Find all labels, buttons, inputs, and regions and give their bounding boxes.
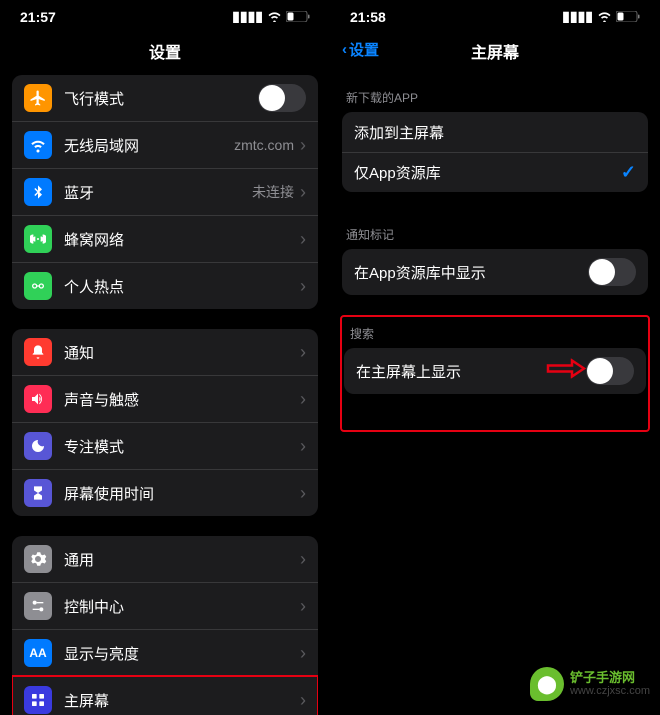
gear-icon <box>24 545 52 573</box>
chevron-right-icon: › <box>300 135 306 156</box>
chevron-right-icon: › <box>300 596 306 617</box>
chevron-right-icon: › <box>300 342 306 363</box>
watermark-logo: ⬤ <box>530 667 564 701</box>
watermark: ⬤ 铲子手游网 www.czjxsc.com <box>530 667 650 701</box>
toggle-airplane[interactable] <box>258 84 306 112</box>
row-label: 在App资源库中显示 <box>354 262 588 283</box>
battery-icon <box>616 9 640 25</box>
hotspot-icon <box>24 272 52 300</box>
row-label: 专注模式 <box>64 436 300 457</box>
section-header: 新下载的APP <box>330 75 660 112</box>
bell-icon <box>24 338 52 366</box>
switches-icon <box>24 592 52 620</box>
settings-row[interactable]: 个人热点› <box>12 262 318 309</box>
settings-row[interactable]: 飞行模式 <box>12 75 318 121</box>
row-label: 仅App资源库 <box>354 162 621 183</box>
speaker-icon <box>24 385 52 413</box>
settings-group: 飞行模式无线局域网zmtc.com›蓝牙未连接›蜂窝网络›个人热点› <box>12 75 318 309</box>
toggle-show-in-app-library[interactable] <box>588 258 636 286</box>
settings-row[interactable]: 蓝牙未连接 › <box>12 168 318 215</box>
settings-row[interactable]: 通用› <box>12 536 318 582</box>
page-title: ‹ 设置 主屏幕 <box>330 29 660 75</box>
settings-row[interactable]: 屏幕使用时间› <box>12 469 318 516</box>
wifi-icon <box>267 9 282 25</box>
airplane-icon <box>24 84 52 112</box>
row-add-to-home[interactable]: 添加到主屏幕 <box>342 112 648 152</box>
watermark-url: www.czjxsc.com <box>570 685 650 698</box>
AA-icon: AA <box>24 639 52 667</box>
settings-group: 通知›声音与触感›专注模式›屏幕使用时间› <box>12 329 318 516</box>
settings-group-badges: 在App资源库中显示 <box>342 249 648 295</box>
moon-icon <box>24 432 52 460</box>
red-arrow-icon <box>546 359 586 384</box>
row-label: 添加到主屏幕 <box>354 122 636 143</box>
watermark-name: 铲子手游网 <box>570 670 650 686</box>
settings-group-new-apps: 添加到主屏幕 仅App资源库 ✓ <box>342 112 648 192</box>
chevron-right-icon: › <box>300 229 306 250</box>
back-button[interactable]: ‹ 设置 <box>342 39 379 60</box>
battery-icon <box>286 9 310 25</box>
signal-icon: ▮▮▮▮ <box>232 8 263 25</box>
toggle-show-on-home[interactable] <box>586 357 634 385</box>
wifi-icon <box>597 9 612 25</box>
signal-icon: ▮▮▮▮ <box>562 8 593 25</box>
settings-group-search: 在主屏幕上显示 <box>344 348 646 394</box>
row-show-in-app-library: 在App资源库中显示 <box>342 249 648 295</box>
status-icons: ▮▮▮▮ <box>562 8 640 25</box>
settings-row[interactable]: 蜂窝网络› <box>12 215 318 262</box>
status-icons: ▮▮▮▮ <box>232 8 310 25</box>
wifi-icon <box>24 131 52 159</box>
settings-row[interactable]: 通知› <box>12 329 318 375</box>
chevron-right-icon: › <box>300 483 306 504</box>
highlighted-section: 搜索 在主屏幕上显示 <box>340 315 650 432</box>
row-label: 控制中心 <box>64 596 300 617</box>
hourglass-icon <box>24 479 52 507</box>
status-bar: 21:58 ▮▮▮▮ <box>330 0 660 29</box>
chevron-right-icon: › <box>300 643 306 664</box>
settings-group: 通用›控制中心›AA显示与亮度›主屏幕›辅助功能›墙纸›Siri与搜索› <box>12 536 318 715</box>
settings-row[interactable]: 控制中心› <box>12 582 318 629</box>
cellular-icon <box>24 225 52 253</box>
row-label: 无线局域网 <box>64 135 234 156</box>
bluetooth-icon <box>24 178 52 206</box>
row-label: 通用 <box>64 549 300 570</box>
row-app-library-only[interactable]: 仅App资源库 ✓ <box>342 152 648 192</box>
status-time: 21:58 <box>350 9 386 25</box>
chevron-right-icon: › <box>300 276 306 297</box>
settings-row[interactable]: 主屏幕› <box>12 676 318 715</box>
row-label: 显示与亮度 <box>64 643 300 664</box>
section-header: 通知标记 <box>330 212 660 249</box>
row-show-on-home: 在主屏幕上显示 <box>344 348 646 394</box>
page-title: 设置 <box>0 29 330 75</box>
settings-row[interactable]: 无线局域网zmtc.com › <box>12 121 318 168</box>
row-value: zmtc.com <box>234 137 294 153</box>
checkmark-icon: ✓ <box>621 162 636 183</box>
chevron-right-icon: › <box>300 389 306 410</box>
row-label: 个人热点 <box>64 276 300 297</box>
row-label: 屏幕使用时间 <box>64 483 300 504</box>
row-value: 未连接 <box>252 182 294 202</box>
row-label: 通知 <box>64 342 300 363</box>
row-label: 蜂窝网络 <box>64 229 300 250</box>
settings-row[interactable]: AA 显示与亮度› <box>12 629 318 676</box>
status-bar: 21:57 ▮▮▮▮ <box>0 0 330 29</box>
chevron-right-icon: › <box>300 690 306 711</box>
section-header: 搜索 <box>344 319 646 348</box>
chevron-right-icon: › <box>300 549 306 570</box>
status-time: 21:57 <box>20 9 56 25</box>
chevron-right-icon: › <box>300 436 306 457</box>
grid-icon <box>24 686 52 714</box>
row-label: 主屏幕 <box>64 690 300 711</box>
chevron-left-icon: ‹ <box>342 41 347 58</box>
row-label: 声音与触感 <box>64 389 300 410</box>
chevron-right-icon: › <box>300 182 306 203</box>
row-label: 蓝牙 <box>64 182 252 203</box>
settings-row[interactable]: 专注模式› <box>12 422 318 469</box>
row-label: 飞行模式 <box>64 88 258 109</box>
back-label: 设置 <box>349 39 379 60</box>
settings-row[interactable]: 声音与触感› <box>12 375 318 422</box>
